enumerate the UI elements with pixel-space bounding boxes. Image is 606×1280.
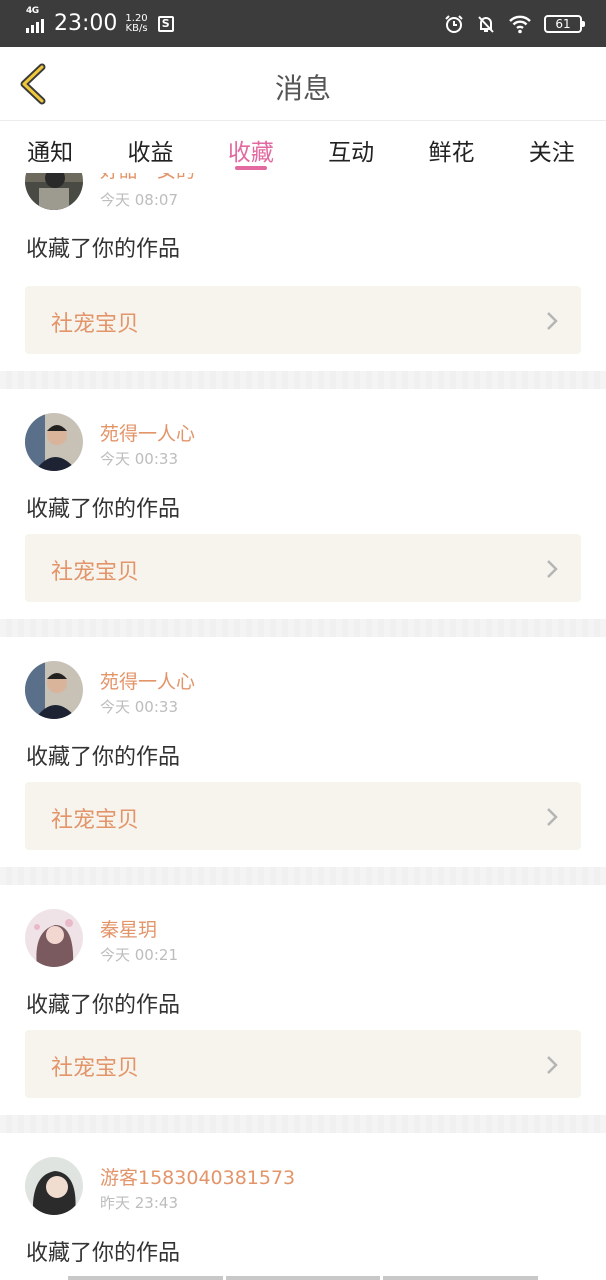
wifi-icon bbox=[509, 15, 531, 33]
tab-interactions[interactable]: 互动 bbox=[301, 121, 401, 173]
divider bbox=[0, 371, 606, 389]
work-title: 社宠宝贝 bbox=[51, 808, 140, 833]
work-title: 社宠宝贝 bbox=[51, 1056, 140, 1081]
network-speed: 1.20 KB/s bbox=[125, 12, 148, 34]
page-title: 消息 bbox=[274, 72, 331, 105]
tab-favorites[interactable]: 收藏 bbox=[201, 121, 301, 173]
work-title: 社宠宝贝 bbox=[51, 312, 140, 337]
divider bbox=[0, 619, 606, 637]
timestamp: 今天 08:07 bbox=[100, 191, 178, 209]
list-item: 好甜一女的 今天 08:07 收藏了你的作品 社宠宝贝 bbox=[0, 173, 606, 371]
timestamp: 今天 00:33 bbox=[100, 698, 178, 716]
action-text: 收藏了你的作品 bbox=[26, 497, 181, 522]
work-link[interactable]: 社宠宝贝 bbox=[25, 1030, 581, 1098]
username[interactable]: 苑得一人心 bbox=[100, 667, 195, 694]
tab-notifications[interactable]: 通知 bbox=[0, 121, 100, 173]
tab-bar: 通知 收益 收藏 互动 鲜花 关注 bbox=[0, 121, 606, 173]
scroll-indicator bbox=[68, 1276, 539, 1280]
active-tab-indicator bbox=[234, 166, 267, 170]
work-link[interactable]: 社宠宝贝 bbox=[25, 286, 581, 354]
divider bbox=[0, 867, 606, 885]
signal-icon: 4G bbox=[26, 6, 44, 33]
battery-icon: 61 bbox=[544, 14, 585, 33]
status-bar: 4G 23:00 1.20 KB/s S 61 bbox=[0, 0, 606, 47]
action-text: 收藏了你的作品 bbox=[26, 993, 181, 1018]
tab-earnings[interactable]: 收益 bbox=[100, 121, 200, 173]
tab-following[interactable]: 关注 bbox=[502, 121, 602, 173]
work-link[interactable]: 社宠宝贝 bbox=[25, 782, 581, 850]
avatar[interactable] bbox=[25, 413, 83, 471]
s-app-icon: S bbox=[157, 15, 174, 32]
timestamp: 昨天 23:43 bbox=[100, 1194, 178, 1212]
message-list[interactable]: 好甜一女的 今天 08:07 收藏了你的作品 社宠宝贝 苑得一人心 今天 00:… bbox=[0, 173, 606, 1280]
list-item: 苑得一人心 今天 00:33 收藏了你的作品 社宠宝贝 bbox=[0, 389, 606, 619]
alarm-icon bbox=[445, 14, 463, 33]
mute-bell-icon bbox=[478, 15, 494, 33]
list-item: 游客1583040381573 昨天 23:43 收藏了你的作品 bbox=[0, 1133, 606, 1280]
action-text: 收藏了你的作品 bbox=[26, 745, 181, 770]
header: 消息 bbox=[0, 47, 606, 121]
timestamp: 今天 00:33 bbox=[100, 450, 178, 468]
chevron-right-icon bbox=[547, 1056, 558, 1074]
avatar[interactable] bbox=[25, 1157, 83, 1215]
timestamp: 今天 00:21 bbox=[100, 946, 178, 964]
chevron-right-icon bbox=[547, 808, 558, 826]
username[interactable]: 秦星玥 bbox=[100, 915, 157, 942]
avatar[interactable] bbox=[25, 661, 83, 719]
avatar[interactable] bbox=[25, 909, 83, 967]
username[interactable]: 游客1583040381573 bbox=[100, 1163, 295, 1190]
tab-flowers[interactable]: 鲜花 bbox=[401, 121, 501, 173]
chevron-right-icon bbox=[547, 560, 558, 578]
avatar[interactable] bbox=[25, 173, 83, 210]
list-item: 苑得一人心 今天 00:33 收藏了你的作品 社宠宝贝 bbox=[0, 637, 606, 867]
status-time: 23:00 bbox=[54, 11, 118, 36]
username[interactable]: 好甜一女的 bbox=[100, 173, 195, 183]
action-text: 收藏了你的作品 bbox=[26, 1241, 181, 1266]
action-text: 收藏了你的作品 bbox=[26, 237, 181, 262]
divider bbox=[0, 1115, 606, 1133]
work-title: 社宠宝贝 bbox=[51, 560, 140, 585]
work-link[interactable]: 社宠宝贝 bbox=[25, 534, 581, 602]
chevron-right-icon bbox=[547, 312, 558, 330]
list-item: 秦星玥 今天 00:21 收藏了你的作品 社宠宝贝 bbox=[0, 885, 606, 1115]
username[interactable]: 苑得一人心 bbox=[100, 419, 195, 446]
